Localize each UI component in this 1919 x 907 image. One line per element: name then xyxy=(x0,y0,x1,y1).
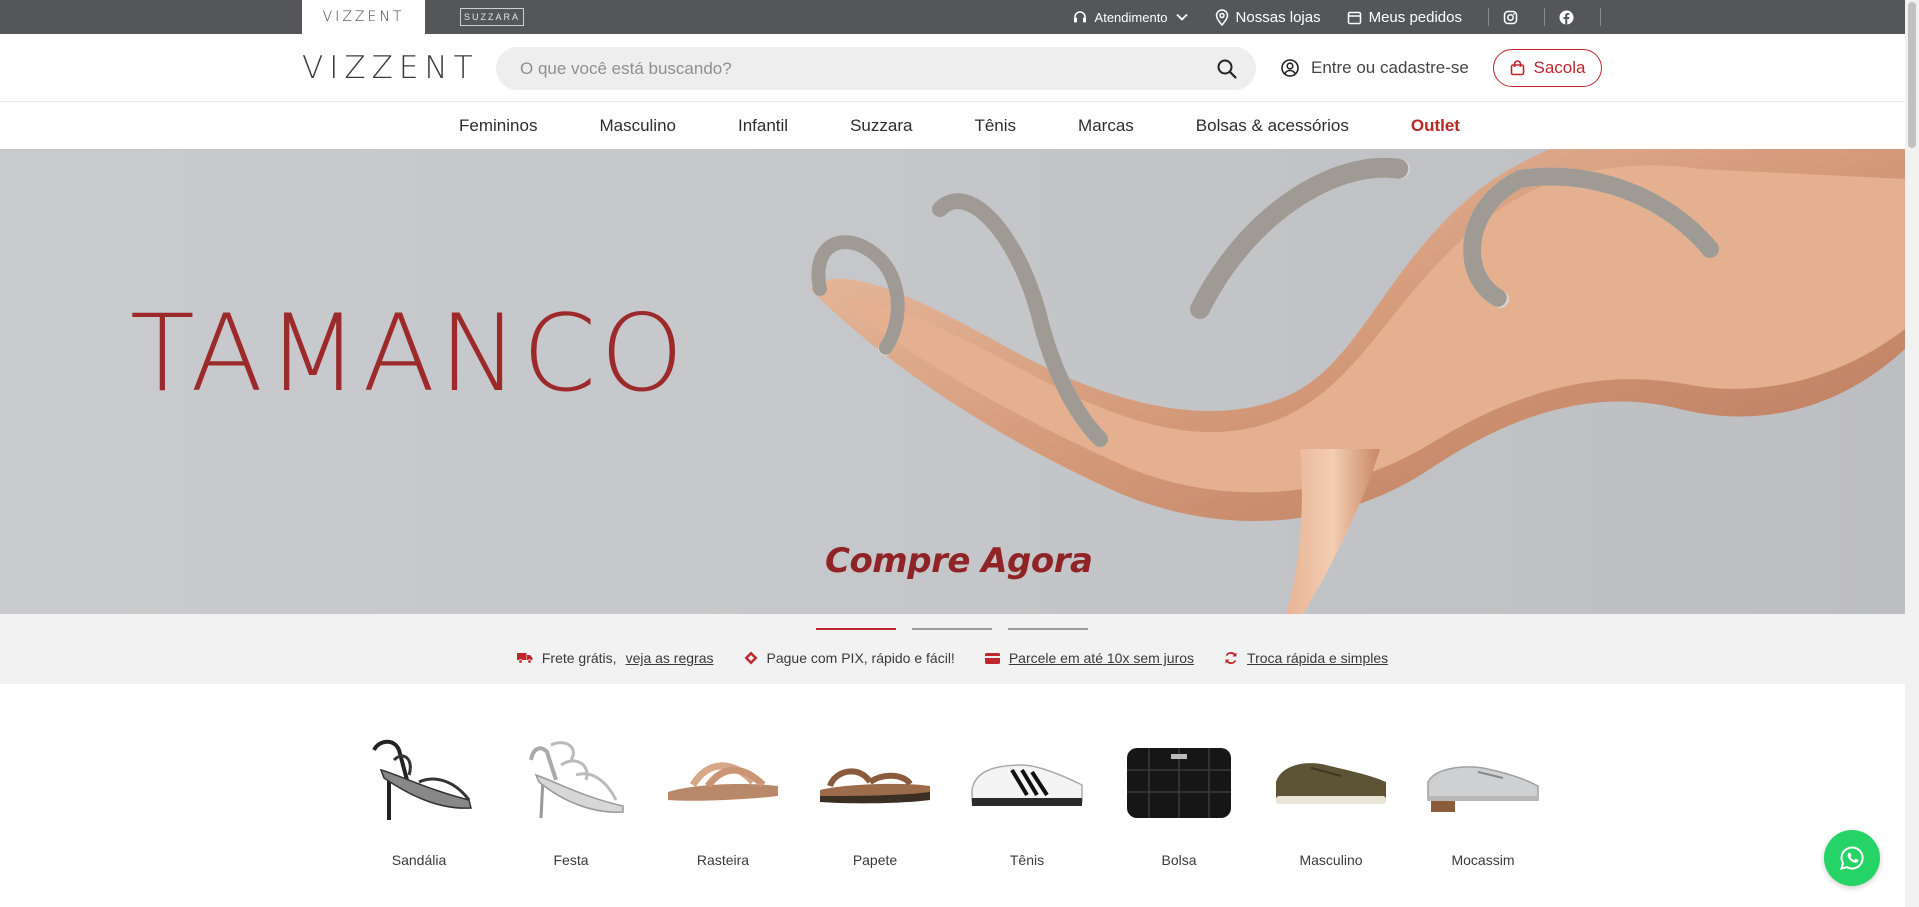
login-label: Entre ou cadastre-se xyxy=(1311,58,1469,77)
category-label: Bolsa xyxy=(1161,852,1197,868)
bag-label: Sacola xyxy=(1533,58,1586,77)
category-sandalia[interactable]: Sandália xyxy=(343,720,495,868)
nossas-lojas-link[interactable]: Nossas lojas xyxy=(1215,9,1321,26)
shopping-bag-icon xyxy=(1510,60,1524,76)
brand-tab-vizzent-label: VIZZENT xyxy=(322,9,405,25)
carousel-indicators xyxy=(816,628,1088,630)
benefit-pix: Pague com PIX, rápido e fácil! xyxy=(744,650,955,666)
parcele-link[interactable]: Parcele em até 10x sem juros xyxy=(1009,650,1194,666)
pix-icon xyxy=(744,651,757,665)
carousel-dot-2[interactable] xyxy=(912,628,992,630)
divider xyxy=(1600,8,1601,26)
papete-image xyxy=(820,768,930,804)
party-sandal-image xyxy=(529,741,624,819)
facebook-icon xyxy=(1559,10,1574,24)
meus-pedidos-label: Meus pedidos xyxy=(1368,8,1462,26)
category-bolsa[interactable]: Bolsa xyxy=(1103,720,1255,868)
carousel-dot-1[interactable] xyxy=(816,628,896,630)
search-input[interactable] xyxy=(520,47,1200,90)
nossas-lojas-label: Nossas lojas xyxy=(1235,8,1321,26)
hero-banner[interactable]: TAMANCO Compre Agora xyxy=(0,149,1905,614)
category-label: Rasteira xyxy=(696,852,750,868)
divider xyxy=(1544,8,1545,26)
troca-link[interactable]: Troca rápida e simples xyxy=(1247,650,1388,666)
benefit-list: Frete grátis, veja as regras Pague com P… xyxy=(0,650,1905,666)
nav-item-infantil[interactable]: Infantil xyxy=(738,116,788,136)
frete-rules-link[interactable]: veja as regras xyxy=(626,650,714,666)
meus-pedidos-link[interactable]: Meus pedidos xyxy=(1347,9,1462,26)
search-bar xyxy=(496,47,1256,90)
instagram-icon xyxy=(1503,10,1518,24)
category-papete[interactable]: Papete xyxy=(799,720,951,868)
category-label: Masculino xyxy=(1299,852,1363,868)
carousel-dot-3[interactable] xyxy=(1008,628,1088,630)
search-icon[interactable] xyxy=(1216,58,1238,80)
category-rasteira[interactable]: Rasteira xyxy=(647,720,799,868)
category-festa[interactable]: Festa xyxy=(495,720,647,868)
logo-text: VIZZENT xyxy=(302,50,479,86)
credit-card-icon xyxy=(984,652,1000,664)
nav-item-outlet[interactable]: Outlet xyxy=(1411,116,1460,136)
sneaker-image xyxy=(971,764,1083,806)
nav-item-bolsas[interactable]: Bolsas & acessórios xyxy=(1196,116,1349,136)
page-scrollbar[interactable] xyxy=(1905,0,1919,907)
atendimento-menu[interactable]: Atendimento xyxy=(1072,9,1189,25)
top-links: Atendimento Nossas lojas Meus pedidos xyxy=(1046,0,1601,34)
nav-item-femininos[interactable]: Femininos xyxy=(459,116,537,136)
flat-sandal-image xyxy=(668,762,778,801)
nav-item-marcas[interactable]: Marcas xyxy=(1078,116,1134,136)
hero-title: TAMANCO xyxy=(130,292,688,415)
category-label: Festa xyxy=(553,852,589,868)
nav-item-tenis[interactable]: Tênis xyxy=(974,116,1016,136)
benefit-troca: Troca rápida e simples xyxy=(1224,650,1388,666)
divider xyxy=(1488,8,1489,26)
whatsapp-button[interactable] xyxy=(1824,830,1880,886)
benefit-frete-text: Frete grátis, xyxy=(541,650,617,666)
benefit-pix-text: Pague com PIX, rápido e fácil! xyxy=(766,650,955,666)
login-link[interactable]: Entre ou cadastre-se xyxy=(1281,34,1469,102)
nav-item-masculino[interactable]: Masculino xyxy=(599,116,676,136)
top-bar: VIZZENT SUZZARA Atendimento Nossas lojas… xyxy=(0,0,1919,34)
truck-icon xyxy=(516,653,533,664)
scrollbar-thumb[interactable] xyxy=(1908,2,1916,148)
instagram-link[interactable] xyxy=(1503,10,1518,25)
benefits-bar: Frete grátis, veja as regras Pague com P… xyxy=(0,614,1905,684)
handbag-image xyxy=(1127,748,1231,818)
bag-button[interactable]: Sacola xyxy=(1493,49,1602,87)
vizzent-logo[interactable]: VIZZENT xyxy=(302,50,473,86)
user-icon xyxy=(1281,59,1299,77)
brand-tab-suzzara[interactable]: SUZZARA xyxy=(456,0,528,34)
benefit-frete: Frete grátis, veja as regras xyxy=(516,650,714,666)
hero-cta-button[interactable]: Compre Agora xyxy=(825,541,1093,581)
headset-icon xyxy=(1073,11,1086,23)
refresh-icon xyxy=(1225,652,1237,664)
category-label: Papete xyxy=(852,852,898,868)
brand-tab-vizzent[interactable]: VIZZENT xyxy=(302,0,425,34)
nav-item-suzzara[interactable]: Suzzara xyxy=(850,116,912,136)
category-label: Tênis xyxy=(1009,852,1045,868)
category-masculino[interactable]: Masculino xyxy=(1255,720,1407,868)
whatsapp-icon xyxy=(1840,846,1864,870)
calendar-icon xyxy=(1347,11,1361,24)
main-nav: Femininos Masculino Infantil Suzzara Tên… xyxy=(0,103,1919,149)
chevron-down-icon xyxy=(1175,13,1188,21)
category-carousel: Sandália Festa Rasteira Papete Tênis Bol… xyxy=(343,720,1559,868)
map-pin-icon xyxy=(1215,8,1228,26)
category-tenis[interactable]: Tênis xyxy=(951,720,1103,868)
sandal-image xyxy=(372,739,472,820)
category-label: Sandália xyxy=(391,852,447,868)
brand-tab-suzzara-label: SUZZARA xyxy=(459,8,524,26)
facebook-link[interactable] xyxy=(1559,10,1574,25)
category-mocassim[interactable]: Mocassim xyxy=(1407,720,1559,868)
benefit-parcele: Parcele em até 10x sem juros xyxy=(984,650,1194,666)
atendimento-label: Atendimento xyxy=(1094,9,1168,25)
category-label: Mocassim xyxy=(1451,852,1515,868)
mens-shoe-image xyxy=(1276,763,1386,804)
site-header: VIZZENT Entre ou cadastre-se Sacola xyxy=(0,34,1919,102)
loafer-image xyxy=(1427,766,1539,812)
